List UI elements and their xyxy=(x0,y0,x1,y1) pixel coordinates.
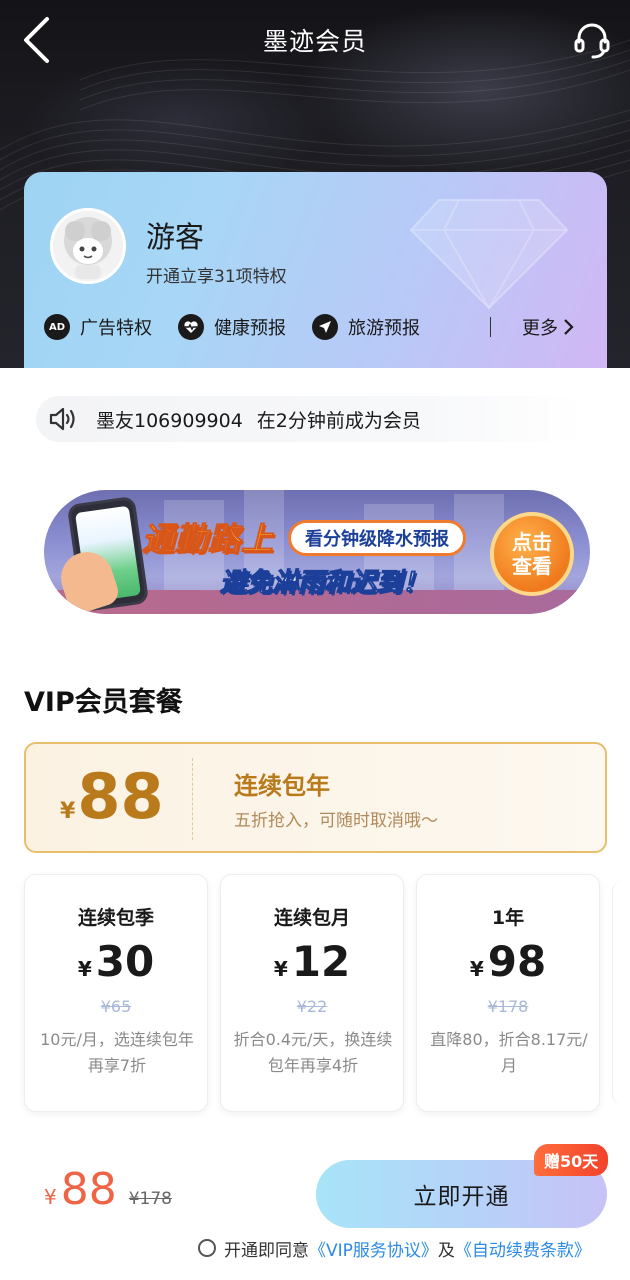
featured-price: ¥ 88 xyxy=(60,764,164,830)
perk-health[interactable]: 健康预报 xyxy=(178,312,286,342)
main-content: 墨友106909904 在2分钟前成为会员 通勤路上 看分钟级降水预报 避免淋雨… xyxy=(0,368,630,1280)
agreement-row: 开通即同意 《VIP服务协议》 及 《自动续费条款》 xyxy=(198,1236,591,1261)
vip-agreement-link[interactable]: 《VIP服务协议》 xyxy=(309,1236,438,1261)
member-card: 游客 开通立享31项特权 AD 广告特权 健康预报 旅游预报 更多 xyxy=(24,172,607,392)
perks-row: AD 广告特权 健康预报 旅游预报 更多 xyxy=(44,312,589,342)
total-price: ¥ 88 ¥178 xyxy=(44,1164,172,1215)
price-amount: 98 xyxy=(487,937,547,986)
guest-avatar-icon xyxy=(64,217,112,279)
currency-symbol: ¥ xyxy=(44,1185,57,1209)
perk-travel[interactable]: 旅游预报 xyxy=(312,312,420,342)
paper-plane-icon xyxy=(312,314,338,340)
customer-service-button[interactable] xyxy=(568,16,616,64)
more-label: 更多 xyxy=(522,318,558,339)
perk-label: 广告特权 xyxy=(80,318,152,339)
plan-desc: 五折抢入，可随时取消哦～ xyxy=(234,811,438,831)
navigation-bar: 墨迹会员 xyxy=(0,0,630,80)
plan-price: ¥ 12 xyxy=(221,937,403,986)
price-amount: 88 xyxy=(77,760,164,833)
next-plan-card-edge[interactable] xyxy=(612,880,630,1106)
currency-symbol: ¥ xyxy=(469,957,484,981)
banner-cta-button[interactable]: 点击 查看 xyxy=(490,512,574,596)
perk-divider xyxy=(490,317,491,337)
plan-price: ¥ 30 xyxy=(25,937,207,986)
plan-name: 连续包年 xyxy=(234,772,330,800)
perk-ad[interactable]: AD 广告特权 xyxy=(44,312,152,342)
heart-pulse-icon xyxy=(178,314,204,340)
banner-subtitle: 避免淋雨和迟到！ xyxy=(219,568,429,599)
speaker-icon xyxy=(48,407,78,431)
chevron-right-icon xyxy=(564,319,574,335)
new-member-notice: 墨友106909904 在2分钟前成为会员 xyxy=(36,396,586,442)
currency-symbol: ¥ xyxy=(60,799,76,824)
page-title: 墨迹会员 xyxy=(262,27,367,56)
perk-label: 健康预报 xyxy=(214,318,286,339)
plan-card-monthly[interactable]: 连续包月 ¥ 12 ¥22 折合0.4元/天，换连续包年再享4折 xyxy=(220,874,404,1112)
plan-price: ¥ 98 xyxy=(417,937,599,986)
plan-desc: 10元/月，选连续包年再享7折 xyxy=(40,1030,194,1075)
member-subtitle: 开通立享31项特权 xyxy=(146,267,287,287)
featured-plan[interactable]: ¥ 88 连续包年 五折抢入，可随时取消哦～ xyxy=(24,742,607,853)
original-price: ¥65 xyxy=(100,997,132,1016)
dashed-divider xyxy=(192,758,193,840)
diamond-icon xyxy=(409,199,569,310)
agree-checkbox[interactable] xyxy=(198,1239,216,1257)
auto-renew-terms-link[interactable]: 《自动续费条款》 xyxy=(455,1236,591,1261)
section-title: VIP会员套餐 xyxy=(24,687,183,718)
currency-symbol: ¥ xyxy=(77,957,92,981)
more-perks-link[interactable]: 更多 xyxy=(522,312,576,342)
cta-line1: 点击 xyxy=(512,530,552,554)
notice-user: 墨友106909904 xyxy=(96,409,243,432)
ad-icon: AD xyxy=(44,314,70,340)
original-price: ¥178 xyxy=(128,1189,172,1209)
plan-name: 1年 xyxy=(491,907,525,929)
headset-icon xyxy=(574,23,610,59)
plan-desc: 直降80，折合8.17元/月 xyxy=(430,1030,588,1075)
perk-label: 旅游预报 xyxy=(348,318,420,339)
cta-line2: 查看 xyxy=(512,554,552,578)
plan-card-quarterly[interactable]: 连续包季 ¥ 30 ¥65 10元/月，选连续包年再享7折 xyxy=(24,874,208,1112)
banner-title: 通勤路上 xyxy=(141,520,275,559)
currency-symbol: ¥ xyxy=(273,957,288,981)
banner-pill: 看分钟级降水预报 xyxy=(288,520,466,556)
price-amount: 30 xyxy=(95,937,155,986)
price-amount: 12 xyxy=(291,937,351,986)
original-price: ¥178 xyxy=(487,997,529,1016)
user-name[interactable]: 游客 xyxy=(146,214,204,256)
gift-badge: 赠50天 xyxy=(534,1144,609,1176)
plan-name: 连续包月 xyxy=(273,907,350,929)
plan-desc: 折合0.4元/天，换连续包年再享4折 xyxy=(233,1030,393,1075)
agree-prefix: 开通即同意 xyxy=(224,1240,309,1261)
notice-text: 在2分钟前成为会员 xyxy=(256,409,421,432)
agree-and: 及 xyxy=(437,1240,455,1261)
price-amount: 88 xyxy=(60,1164,117,1215)
plan-card-yearly[interactable]: 1年 ¥ 98 ¥178 直降80，折合8.17元/月 xyxy=(416,874,600,1112)
promo-banner[interactable]: 通勤路上 看分钟级降水预报 避免淋雨和迟到！ 点击 查看 xyxy=(44,490,590,614)
plan-name: 连续包季 xyxy=(77,907,154,929)
avatar[interactable] xyxy=(50,208,126,284)
original-price: ¥22 xyxy=(296,997,328,1016)
